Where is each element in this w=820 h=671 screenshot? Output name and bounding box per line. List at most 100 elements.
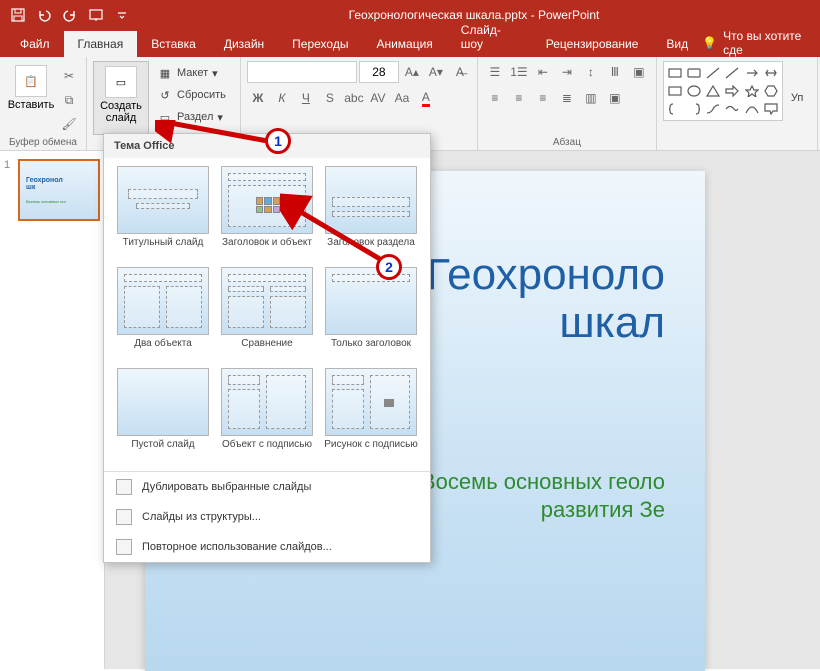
case-icon[interactable]: Aa [391, 87, 413, 109]
arrange-label: Уп [791, 92, 803, 104]
font-name-input[interactable] [247, 61, 357, 83]
reuse-slides-menu[interactable]: Повторное использование слайдов... [104, 532, 430, 562]
shape-connector2-icon[interactable] [723, 101, 741, 118]
tab-transitions[interactable]: Переходы [278, 31, 362, 57]
shape-arrow2-icon[interactable] [762, 64, 780, 81]
format-painter-icon[interactable]: 🖌 [58, 113, 80, 135]
callout-marker-1: 1 [265, 128, 291, 154]
layout-title-only[interactable]: Только заголовок [322, 267, 420, 362]
shadow-icon[interactable]: S [319, 87, 341, 109]
group-label-paragraph: Абзац [484, 135, 650, 148]
ribbon-tabs: Файл Главная Вставка Дизайн Переходы Ани… [0, 29, 820, 57]
shape-arc-icon[interactable] [743, 101, 761, 118]
menu-label: Слайды из структуры... [142, 511, 261, 523]
reuse-icon [116, 539, 132, 555]
italic-icon[interactable]: К [271, 87, 293, 109]
shape-connector-icon[interactable] [704, 101, 722, 118]
redo-icon[interactable] [58, 4, 82, 26]
underline-icon[interactable]: Ч [295, 87, 317, 109]
layout-content-with-caption[interactable]: Объект с подписью [218, 368, 316, 463]
tab-view[interactable]: Вид [652, 31, 702, 57]
group-label-clipboard: Буфер обмена [6, 135, 80, 148]
group-clipboard: 📋 Вставить ✂ ⧉ 🖌 Буфер обмена [0, 57, 87, 150]
cut-icon[interactable]: ✂ [58, 65, 80, 87]
align-center-icon[interactable]: ≡ [508, 87, 530, 109]
shape-arrow1-icon[interactable] [743, 64, 761, 81]
new-slide-button[interactable]: ▭ Создать слайд [93, 61, 149, 135]
indent-increase-icon[interactable]: ⇥ [556, 61, 578, 83]
tab-animations[interactable]: Анимация [362, 31, 446, 57]
columns-icon[interactable]: ▥ [580, 87, 602, 109]
paste-button[interactable]: 📋 Вставить [6, 61, 56, 135]
shape-circle-icon[interactable] [685, 82, 703, 99]
new-slide-icon: ▭ [105, 66, 137, 98]
thumbnail-1[interactable]: 1 Геохронолшк Восемь основных гео [4, 159, 100, 221]
slides-from-outline-menu[interactable]: Слайды из структуры... [104, 502, 430, 532]
spacing-icon[interactable]: AV [367, 87, 389, 109]
layout-comparison[interactable]: Сравнение [218, 267, 316, 362]
grow-font-icon[interactable]: A▴ [401, 61, 423, 83]
font-size-input[interactable] [359, 61, 399, 83]
layout-button[interactable]: ▦Макет▾ [153, 63, 230, 83]
shape-rect2-icon[interactable] [685, 64, 703, 81]
layout-label: Рисунок с подписью [324, 439, 418, 463]
shape-brace2-icon[interactable] [685, 101, 703, 118]
tab-home[interactable]: Главная [64, 31, 138, 57]
text-direction-icon[interactable]: Ⅲ [604, 61, 626, 83]
layout-blank[interactable]: Пустой слайд [114, 368, 212, 463]
bold-icon[interactable]: Ж [247, 87, 269, 109]
indent-decrease-icon[interactable]: ⇤ [532, 61, 554, 83]
tab-file[interactable]: Файл [6, 31, 64, 57]
tab-insert[interactable]: Вставка [137, 31, 210, 57]
shape-brace-icon[interactable] [666, 101, 684, 118]
layout-picture-with-caption[interactable]: Рисунок с подписью [322, 368, 420, 463]
shape-rect-icon[interactable] [666, 64, 684, 81]
save-icon[interactable] [6, 4, 30, 26]
reset-button[interactable]: ↺Сбросить [153, 85, 230, 105]
shape-rect3-icon[interactable] [666, 82, 684, 99]
align-left-icon[interactable]: ≡ [484, 87, 506, 109]
shape-callout-icon[interactable] [762, 101, 780, 118]
qat-customize-icon[interactable] [110, 4, 134, 26]
strike-icon[interactable]: abc [343, 87, 365, 109]
start-from-beginning-icon[interactable] [84, 4, 108, 26]
font-color-icon[interactable]: A [415, 87, 437, 109]
tab-design[interactable]: Дизайн [210, 31, 278, 57]
layout-two-content[interactable]: Два объекта [114, 267, 212, 362]
layout-label: Только заголовок [331, 338, 411, 362]
shape-star-icon[interactable] [743, 82, 761, 99]
group-paragraph: ☰ 1☰ ⇤ ⇥ ↕ Ⅲ ▣ ≡ ≡ ≡ ≣ ▥ ▣ Абзац [478, 57, 657, 150]
copy-icon[interactable]: ⧉ [58, 89, 80, 111]
shapes-gallery[interactable] [663, 61, 783, 121]
callout-marker-2: 2 [376, 254, 402, 280]
shape-arrow-block-icon[interactable] [723, 82, 741, 99]
thumb-slide-preview: Геохронолшк Восемь основных гео [18, 159, 100, 221]
justify-icon[interactable]: ≣ [556, 87, 578, 109]
bullets-icon[interactable]: ☰ [484, 61, 506, 83]
numbering-icon[interactable]: 1☰ [508, 61, 530, 83]
outline-icon [116, 509, 132, 525]
arrange-button[interactable]: Уп [787, 88, 807, 108]
shape-hex-icon[interactable] [762, 82, 780, 99]
tab-slideshow[interactable]: Слайд-шоу [447, 17, 532, 57]
tell-me[interactable]: 💡 Что вы хотите сде [702, 29, 820, 57]
line-spacing-icon[interactable]: ↕ [580, 61, 602, 83]
tab-review[interactable]: Рецензирование [532, 31, 653, 57]
align-right-icon[interactable]: ≡ [532, 87, 554, 109]
clear-format-icon[interactable]: A̶ [449, 61, 471, 83]
duplicate-slides-menu[interactable]: Дублировать выбранные слайды [104, 472, 430, 502]
layout-panel-footer: Дублировать выбранные слайды Слайды из с… [104, 471, 430, 562]
layout-label: Объект с подписью [222, 439, 312, 463]
clipboard-icon: 📋 [15, 65, 47, 97]
shape-triangle-icon[interactable] [704, 82, 722, 99]
smartart-icon[interactable]: ▣ [604, 87, 626, 109]
shape-line-icon[interactable] [704, 64, 722, 81]
undo-icon[interactable] [32, 4, 56, 26]
group-drawing: Уп [657, 57, 818, 150]
thumb-subtitle: Восемь основных гео [26, 199, 66, 204]
shape-line2-icon[interactable] [723, 64, 741, 81]
layout-label: Сравнение [241, 338, 292, 362]
lightbulb-icon: 💡 [702, 36, 717, 50]
shrink-font-icon[interactable]: A▾ [425, 61, 447, 83]
align-text-icon[interactable]: ▣ [628, 61, 650, 83]
